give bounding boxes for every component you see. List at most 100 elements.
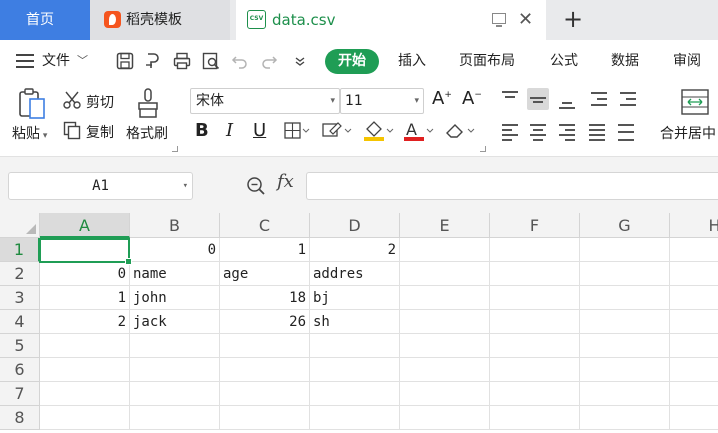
cell-b3[interactable]: john [130, 286, 220, 310]
copy-button[interactable]: 复制 [86, 122, 114, 142]
italic-button[interactable]: I [226, 119, 233, 143]
row-header-1[interactable]: 1 [0, 238, 40, 262]
select-all-corner[interactable] [0, 213, 40, 238]
cell-c1[interactable]: 1 [220, 238, 310, 262]
cell-b7[interactable] [130, 382, 220, 406]
increase-font-icon[interactable]: A+ [432, 88, 452, 109]
font-size-select[interactable]: 11 ▾ [340, 88, 424, 114]
cell-a4[interactable]: 2 [40, 310, 130, 334]
merge-center-icon[interactable] [680, 88, 710, 116]
row-header-6[interactable]: 6 [0, 358, 40, 382]
cell-h2[interactable] [670, 262, 718, 286]
cell-f2[interactable] [490, 262, 580, 286]
cell-e7[interactable] [400, 382, 490, 406]
cell-g7[interactable] [580, 382, 670, 406]
align-top-icon[interactable] [499, 88, 521, 110]
name-box[interactable]: A1 ▾ [8, 172, 193, 200]
column-header-a[interactable]: A [40, 213, 130, 238]
cell-f7[interactable] [490, 382, 580, 406]
cell-g4[interactable] [580, 310, 670, 334]
justify-icon[interactable] [586, 120, 608, 142]
row-header-4[interactable]: 4 [0, 310, 40, 334]
tab-page-layout[interactable]: 页面布局 [459, 49, 515, 74]
underline-button[interactable]: U [253, 119, 266, 143]
font-color-icon[interactable]: A [403, 120, 435, 142]
cell-a6[interactable] [40, 358, 130, 382]
cell-c6[interactable] [220, 358, 310, 382]
cell-e5[interactable] [400, 334, 490, 358]
cell-b5[interactable] [130, 334, 220, 358]
cell-a5[interactable] [40, 334, 130, 358]
print-preview-icon[interactable] [201, 51, 221, 71]
cell-b4[interactable]: jack [130, 310, 220, 334]
cell-h8[interactable] [670, 406, 718, 430]
undo-icon[interactable] [230, 51, 250, 71]
cell-f3[interactable] [490, 286, 580, 310]
cell-b1[interactable]: 0 [130, 238, 220, 262]
new-tab-plus-icon[interactable]: + [563, 0, 583, 38]
tab-start[interactable]: 开始 [325, 49, 379, 74]
close-tab-icon[interactable]: ✕ [518, 0, 533, 40]
cell-g6[interactable] [580, 358, 670, 382]
monitor-icon[interactable] [492, 13, 506, 27]
align-center-icon[interactable] [527, 120, 549, 142]
borders-icon[interactable] [284, 122, 310, 140]
output-pdf-icon[interactable] [143, 51, 163, 71]
column-header-g[interactable]: G [580, 213, 670, 238]
cell-c8[interactable] [220, 406, 310, 430]
cell-e1[interactable] [400, 238, 490, 262]
tab-home[interactable]: 首页 [0, 0, 90, 40]
cell-c5[interactable] [220, 334, 310, 358]
cell-d3[interactable]: bj [310, 286, 400, 310]
cell-h3[interactable] [670, 286, 718, 310]
font-name-select[interactable]: 宋体 ▾ [190, 88, 340, 114]
row-header-8[interactable]: 8 [0, 406, 40, 430]
cell-c2[interactable]: age [220, 262, 310, 286]
formula-input[interactable] [306, 172, 718, 200]
cell-b6[interactable] [130, 358, 220, 382]
column-header-c[interactable]: C [220, 213, 310, 238]
cell-h6[interactable] [670, 358, 718, 382]
cell-c4[interactable]: 26 [220, 310, 310, 334]
tab-docer-templates[interactable]: 稻壳模板 [90, 0, 230, 40]
insert-function-icon[interactable]: fx [277, 171, 294, 192]
cell-f8[interactable] [490, 406, 580, 430]
cell-c7[interactable] [220, 382, 310, 406]
active-cell-selection[interactable] [39, 238, 132, 265]
cut-button[interactable]: 剪切 [86, 92, 114, 112]
clipboard-dialog-launcher[interactable] [172, 146, 178, 152]
cell-c3[interactable]: 18 [220, 286, 310, 310]
paste-button[interactable]: 粘贴 [12, 123, 47, 143]
cell-d6[interactable] [310, 358, 400, 382]
cell-d5[interactable] [310, 334, 400, 358]
increase-indent-icon[interactable] [617, 88, 639, 110]
copy-icon[interactable] [62, 120, 82, 140]
cell-g3[interactable] [580, 286, 670, 310]
cell-d8[interactable] [310, 406, 400, 430]
cell-e3[interactable] [400, 286, 490, 310]
clear-format-icon[interactable] [444, 120, 476, 142]
cell-h5[interactable] [670, 334, 718, 358]
cell-f4[interactable] [490, 310, 580, 334]
column-header-b[interactable]: B [130, 213, 220, 238]
decrease-font-icon[interactable]: A− [462, 88, 482, 109]
file-menu[interactable]: 文件 ﹀ [16, 40, 88, 82]
bold-button[interactable]: B [195, 119, 209, 143]
cell-a3[interactable]: 1 [40, 286, 130, 310]
cell-h4[interactable] [670, 310, 718, 334]
column-header-d[interactable]: D [310, 213, 400, 238]
save-icon[interactable] [115, 51, 135, 71]
row-header-3[interactable]: 3 [0, 286, 40, 310]
cell-a7[interactable] [40, 382, 130, 406]
tab-data-csv[interactable]: CSV data.csv ✕ [236, 0, 546, 40]
format-painter-button[interactable]: 格式刷 [126, 123, 168, 143]
cell-h1[interactable] [670, 238, 718, 262]
fill-color-icon[interactable] [363, 120, 395, 142]
cell-f6[interactable] [490, 358, 580, 382]
quick-access-more-icon[interactable] [290, 51, 310, 71]
cell-e4[interactable] [400, 310, 490, 334]
align-bottom-icon[interactable] [556, 88, 578, 110]
cell-style-icon[interactable] [322, 122, 352, 140]
cell-h7[interactable] [670, 382, 718, 406]
cell-g8[interactable] [580, 406, 670, 430]
